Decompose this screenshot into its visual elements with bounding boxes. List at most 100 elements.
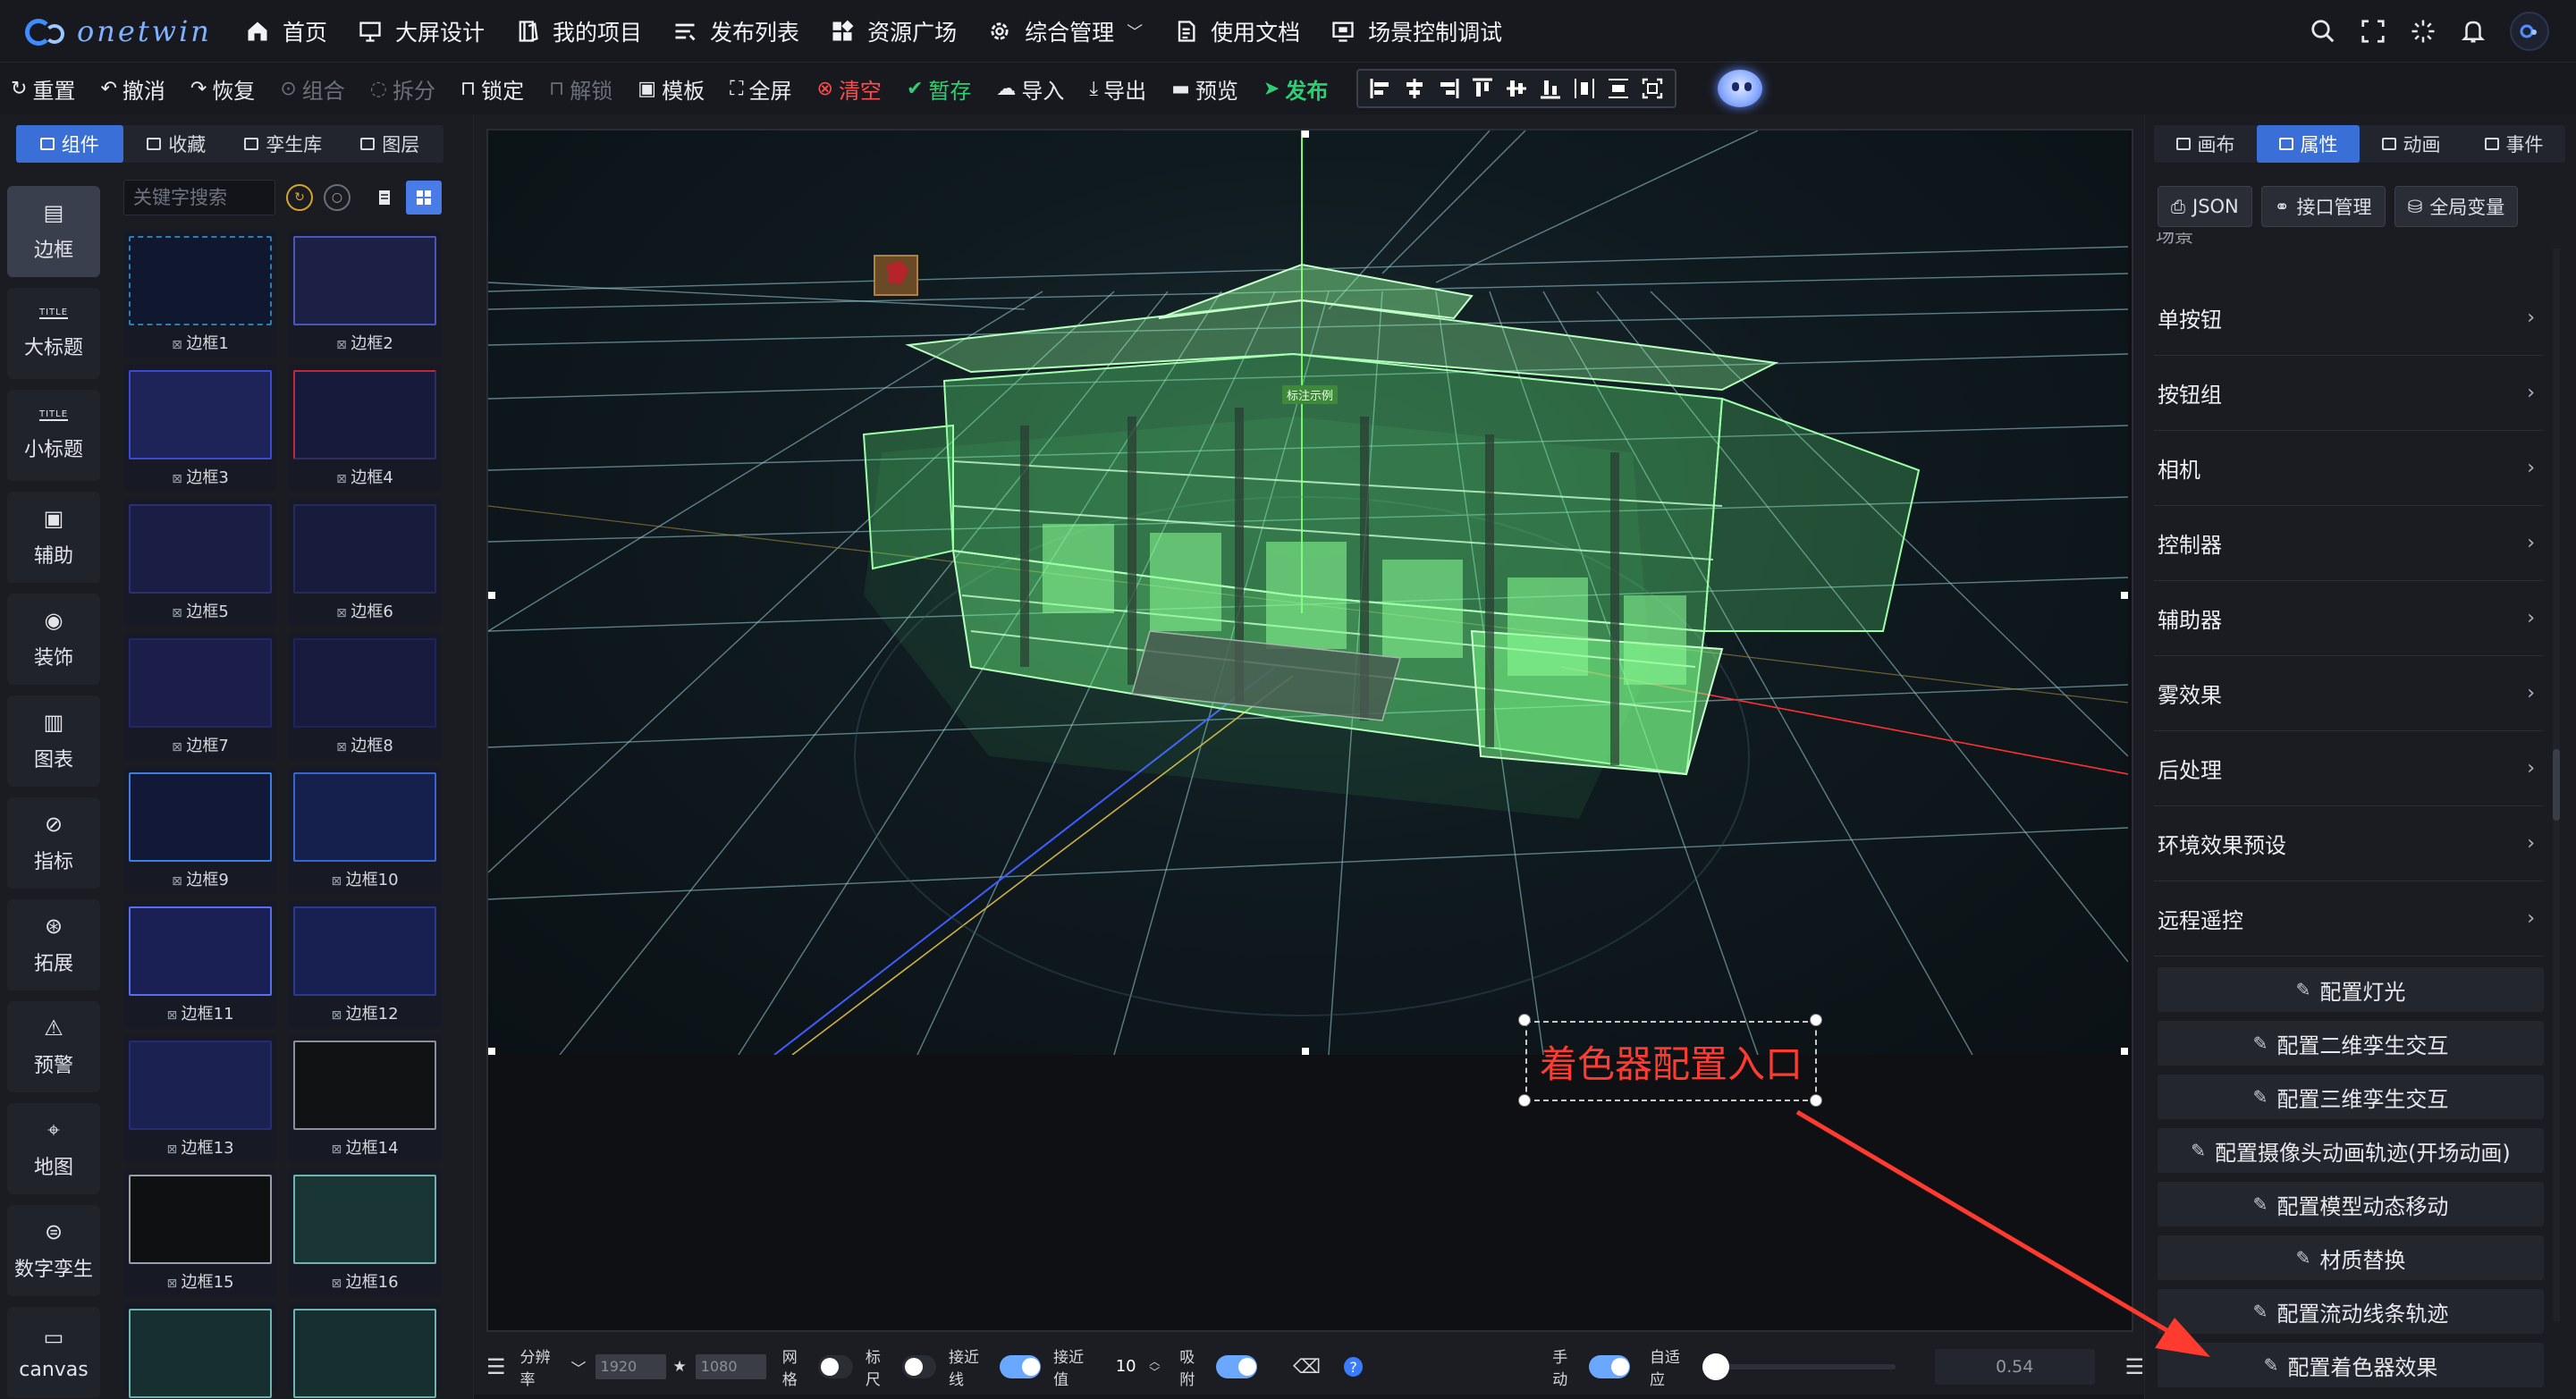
config-3d-twin-button[interactable]: ✎ 配置三维孪生交互 bbox=[2158, 1075, 2544, 1119]
help-icon[interactable]: ? bbox=[1344, 1357, 1364, 1377]
material-replace-button[interactable]: ✎ 材质替换 bbox=[2158, 1235, 2544, 1280]
tab-components[interactable]: 组件 bbox=[16, 125, 123, 163]
component-card[interactable]: 边框14 bbox=[288, 1035, 442, 1162]
category-chart[interactable]: ▥ 图表 bbox=[7, 695, 100, 787]
section-fog[interactable]: 雾效果 › bbox=[2154, 656, 2544, 731]
anno-handle[interactable] bbox=[1518, 1094, 1531, 1107]
section-single-button[interactable]: 单按钮 › bbox=[2154, 281, 2544, 356]
align-bottom-icon[interactable] bbox=[1533, 72, 1567, 105]
resize-handle-top[interactable] bbox=[1302, 131, 1309, 138]
component-card[interactable]: 边框15 bbox=[123, 1169, 277, 1296]
tab-properties[interactable]: 属性 bbox=[2257, 125, 2360, 163]
width-input[interactable]: 1920 bbox=[595, 1354, 666, 1379]
preview-button[interactable]: ▬ 预览 bbox=[1171, 63, 1238, 114]
nav-scene-debug[interactable]: 场景控制调试 bbox=[1330, 0, 1502, 63]
config-light-button[interactable]: ✎ 配置灯光 bbox=[2158, 967, 2544, 1012]
component-card[interactable]: 边框12 bbox=[288, 901, 442, 1028]
zoom-slider[interactable] bbox=[1702, 1353, 1896, 1380]
tab-twin-library[interactable]: 孪生库 bbox=[230, 125, 337, 163]
tag-label[interactable]: 标注示例 bbox=[1282, 385, 1339, 404]
config-camera-track-button[interactable]: ✎ 配置摄像头动画轨迹(开场动画) bbox=[2158, 1128, 2544, 1173]
3d-scene[interactable]: 标注示例 bbox=[488, 131, 2128, 1055]
clear-button[interactable]: ⊗ 清空 bbox=[817, 63, 882, 114]
height-input[interactable]: 1080 bbox=[695, 1354, 766, 1379]
grid-toggle[interactable] bbox=[818, 1355, 853, 1378]
canvas-viewport[interactable]: 标注示例 着色器配置入口 bbox=[486, 129, 2133, 1332]
annotation-text-box[interactable]: 着色器配置入口 bbox=[1525, 1021, 1817, 1101]
undo-button[interactable]: ↶ 撤消 bbox=[100, 63, 165, 114]
align-top-icon[interactable] bbox=[1465, 72, 1499, 105]
unlock-button[interactable]: ⊓ 解锁 bbox=[549, 63, 612, 114]
component-card[interactable]: 边框10 bbox=[288, 767, 442, 894]
lock-button[interactable]: ⊓ 锁定 bbox=[460, 63, 524, 114]
component-card[interactable]: 边框8 bbox=[288, 633, 442, 760]
manual-toggle[interactable] bbox=[1588, 1355, 1631, 1378]
component-card[interactable]: 边框16 bbox=[288, 1169, 442, 1296]
menu-icon[interactable]: ☰ bbox=[486, 1354, 506, 1379]
category-big-title[interactable]: TITLE 大标题 bbox=[7, 288, 100, 379]
tab-events[interactable]: 事件 bbox=[2462, 125, 2565, 163]
nav-publish-list[interactable]: 发布列表 bbox=[672, 0, 799, 63]
section-button-group[interactable]: 按钮组 › bbox=[2154, 356, 2544, 431]
component-card[interactable]: 边框7 bbox=[123, 633, 277, 760]
reset-button[interactable]: ↻ 重置 bbox=[11, 63, 75, 114]
search-input[interactable]: 关键字搜索 bbox=[123, 180, 275, 215]
anno-handle[interactable] bbox=[1518, 1014, 1531, 1026]
fullscreen-icon[interactable] bbox=[2360, 18, 2386, 45]
align-middle-v-icon[interactable] bbox=[1499, 72, 1533, 105]
category-canvas[interactable]: ▭ canvas bbox=[7, 1307, 100, 1398]
category-map[interactable]: ⌖ 地图 bbox=[7, 1103, 100, 1194]
component-card[interactable]: 边框1 bbox=[123, 231, 277, 358]
nav-my-projects[interactable]: 我的项目 bbox=[515, 0, 642, 63]
group-button[interactable]: ⊙ 组合 bbox=[280, 63, 344, 114]
resize-handle-left[interactable] bbox=[488, 592, 495, 599]
redo-button[interactable]: ↷ 恢复 bbox=[190, 63, 255, 114]
broom-icon[interactable]: ⌫ bbox=[1293, 1356, 1321, 1378]
collapse-icon[interactable]: ☰ bbox=[2125, 1354, 2145, 1379]
component-card[interactable]: 边框13 bbox=[123, 1035, 277, 1162]
publish-button[interactable]: ➤ 发布 bbox=[1263, 63, 1328, 114]
align-center-h-icon[interactable] bbox=[1398, 72, 1432, 105]
align-right-icon[interactable] bbox=[1432, 72, 1465, 105]
chevron-down-icon[interactable]: ﹀ bbox=[571, 1356, 587, 1378]
resize-handle-bottom-right[interactable] bbox=[2121, 1048, 2128, 1055]
config-flow-line-button[interactable]: ✎ 配置流动线条轨迹 bbox=[2158, 1289, 2544, 1334]
category-alarm[interactable]: ⚠ 预警 bbox=[7, 1001, 100, 1092]
right-scrollbar[interactable] bbox=[2553, 249, 2560, 1321]
fullscreen-button[interactable]: ⛶ 全屏 bbox=[730, 63, 791, 114]
config-shader-button[interactable]: ✎ 配置着色器效果 bbox=[2158, 1343, 2544, 1387]
distribute-v-icon[interactable] bbox=[1601, 72, 1635, 105]
export-button[interactable]: ⤓ 导出 bbox=[1089, 63, 1146, 114]
bell-icon[interactable] bbox=[2460, 18, 2487, 45]
global-vars-button[interactable]: ⛁ 全局变量 bbox=[2394, 186, 2519, 227]
section-helper[interactable]: 辅助器 › bbox=[2154, 581, 2544, 656]
section-postprocess[interactable]: 后处理 › bbox=[2154, 731, 2544, 806]
component-card[interactable]: 边框11 bbox=[123, 901, 277, 1028]
snapvalue-input[interactable]: 10 bbox=[1104, 1354, 1147, 1379]
resize-handle-bottom-left[interactable] bbox=[488, 1048, 495, 1055]
nav-admin[interactable]: 综合管理 ﹀ bbox=[987, 0, 1143, 63]
component-card[interactable]: 边框9 bbox=[123, 767, 277, 894]
avatar[interactable] bbox=[2510, 12, 2549, 51]
distribute-h-icon[interactable] bbox=[1567, 72, 1601, 105]
category-extend[interactable]: ⊛ 拓展 bbox=[7, 899, 100, 990]
refresh-icon[interactable]: ↻ bbox=[286, 184, 313, 211]
assistant-robot-icon[interactable] bbox=[1712, 66, 1768, 111]
tab-animation[interactable]: 动画 bbox=[2360, 125, 2462, 163]
zoom-value[interactable]: 0.54 bbox=[1934, 1349, 2095, 1385]
section-camera[interactable]: 相机 › bbox=[2154, 431, 2544, 506]
component-card[interactable] bbox=[288, 1303, 442, 1398]
component-card[interactable]: 边框2 bbox=[288, 231, 442, 358]
resize-handle-bottom[interactable] bbox=[1302, 1048, 1309, 1055]
import-button[interactable]: ☁ 导入 bbox=[996, 63, 1064, 114]
section-remote-control[interactable]: 远程遥控 › bbox=[2154, 881, 2544, 957]
list-view-icon[interactable] bbox=[367, 181, 402, 215]
json-button[interactable]: ⎙ JSON bbox=[2158, 186, 2252, 227]
tab-layers[interactable]: 图层 bbox=[337, 125, 444, 163]
config-model-move-button[interactable]: ✎ 配置模型动态移动 bbox=[2158, 1182, 2544, 1226]
component-card[interactable]: 边框4 bbox=[288, 365, 442, 492]
search-icon[interactable]: ○ bbox=[324, 184, 351, 211]
stepper-icon[interactable]: ︿ ﹀ bbox=[1149, 1356, 1160, 1378]
api-manage-button[interactable]: ⚭ 接口管理 bbox=[2260, 186, 2386, 227]
settings-spark-icon[interactable] bbox=[2410, 18, 2437, 45]
